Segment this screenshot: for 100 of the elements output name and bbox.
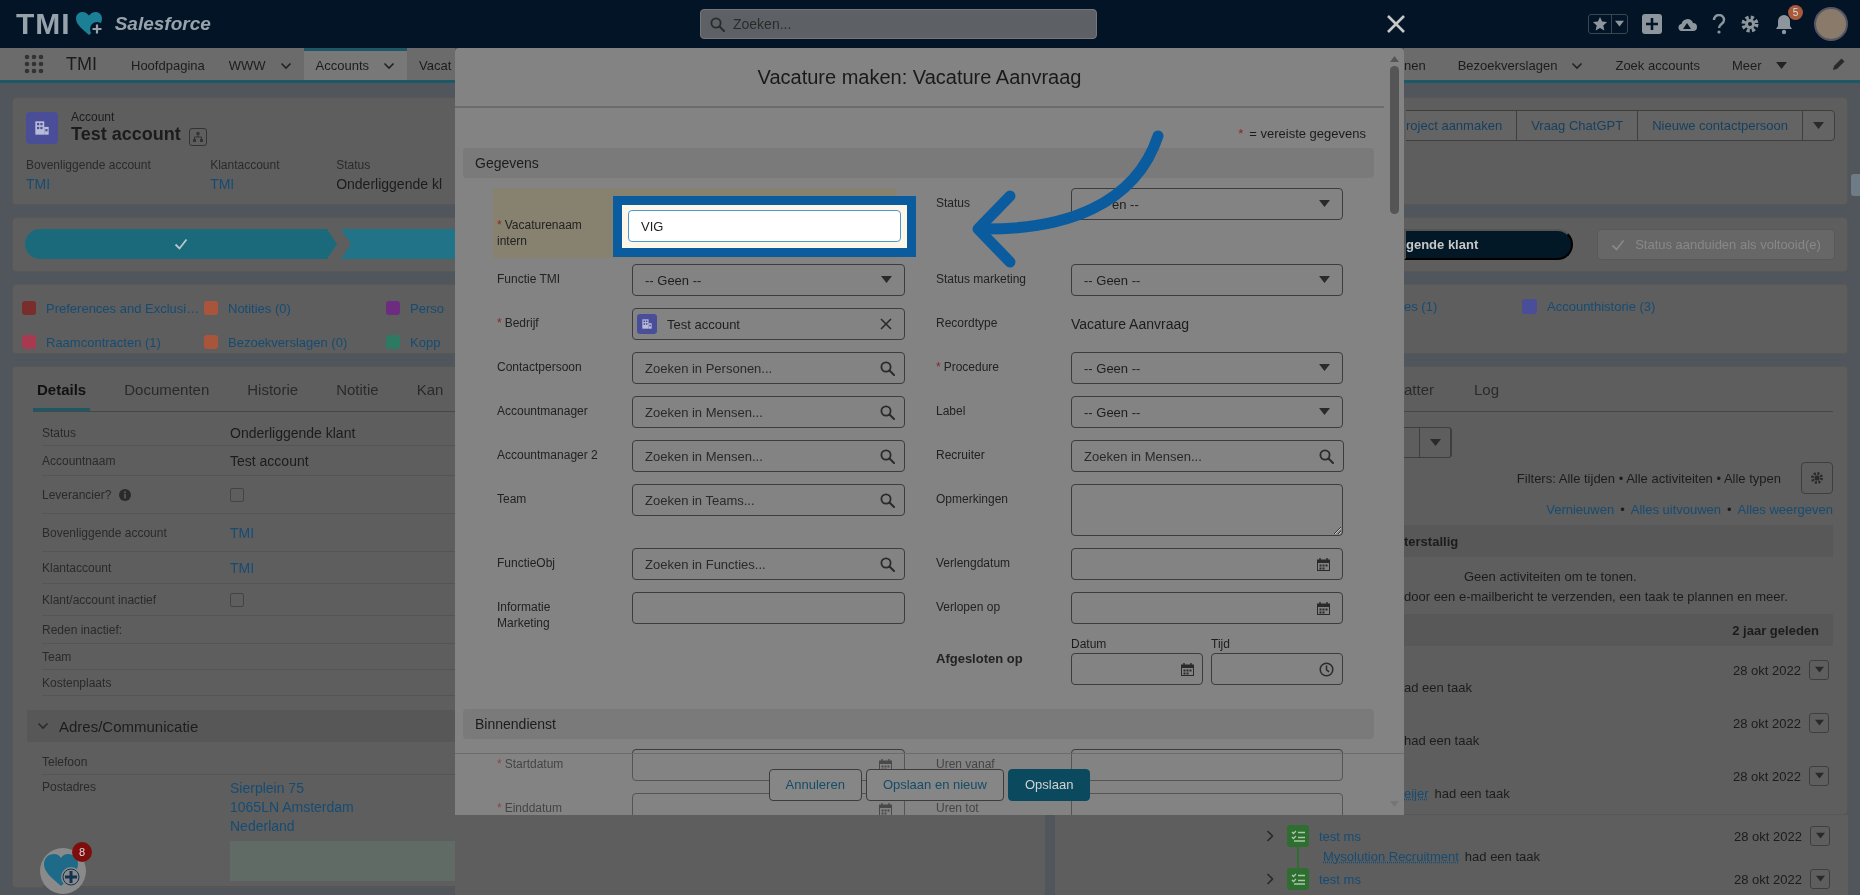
text-field[interactable]	[632, 592, 905, 624]
nav-tab[interactable]: Accounts	[303, 48, 408, 80]
section-header[interactable]: Gegevens	[463, 148, 1374, 178]
clear-icon[interactable]	[880, 318, 892, 330]
address-line[interactable]: Nederland	[230, 818, 455, 834]
nav-tab[interactable]: Vacat	[407, 48, 455, 80]
caret-icon	[1815, 875, 1825, 883]
text-field[interactable]: VIG	[628, 210, 901, 242]
row-menu-button[interactable]	[1810, 869, 1830, 889]
section-header[interactable]: Binnendienst	[463, 709, 1374, 740]
related-list-link[interactable]: Perso	[410, 300, 444, 316]
time-field[interactable]	[1211, 653, 1343, 686]
record-link[interactable]: TMI	[230, 524, 255, 541]
row-menu-button[interactable]	[1810, 826, 1830, 846]
field-label: Uren tot	[936, 800, 980, 815]
more-actions-button[interactable]	[1802, 110, 1835, 141]
lookup-field[interactable]: Zoeken in Mensen...	[632, 396, 905, 428]
check-icon	[1611, 238, 1626, 251]
lookup-field[interactable]: Zoeken in Personen...	[632, 352, 905, 384]
scrollbar-thumb[interactable]	[1389, 66, 1399, 214]
lookup-field[interactable]: Test account	[632, 308, 905, 340]
app-launcher-icon[interactable]	[24, 54, 44, 74]
action-button[interactable]: Vraag ChatGPT	[1516, 110, 1639, 141]
nav-tab[interactable]: nen	[1404, 48, 1442, 80]
app-name: TMI	[66, 53, 97, 75]
section-header[interactable]: 2 jaar geleden	[1404, 614, 1833, 646]
row-menu-button[interactable]	[1809, 713, 1829, 733]
path-stage-button[interactable]: gende klant	[1404, 229, 1573, 260]
record-link[interactable]: eijer	[1404, 786, 1429, 801]
pencil-icon[interactable]	[1832, 57, 1846, 71]
dialog-button[interactable]: Opslaan en nieuw	[865, 768, 1004, 801]
related-list-link[interactable]: Kopp	[410, 334, 441, 350]
lookup-field[interactable]: Zoeken in Mensen...	[1071, 440, 1344, 472]
field-label: Label	[936, 403, 967, 420]
field-label: Team	[497, 491, 528, 508]
action-link[interactable]: Vernieuwen	[1546, 502, 1615, 517]
section-header[interactable]: terstallig	[1404, 525, 1833, 557]
related-list-link[interactable]: es (1)	[1404, 299, 1438, 314]
nav-tab[interactable]: Bezoekverslagen	[1441, 48, 1600, 80]
address-line[interactable]: 1065LN Amsterdam	[230, 799, 455, 815]
caret-icon	[881, 276, 892, 284]
lookup-field[interactable]: Zoeken in Mensen...	[632, 440, 905, 472]
related-list-link[interactable]: Notities (0)	[228, 300, 291, 316]
record-link[interactable]: TMI	[210, 175, 337, 192]
date-field[interactable]	[1071, 653, 1203, 686]
dropdown-field[interactable]: -- Geen --	[1071, 264, 1343, 296]
caret-icon	[1429, 438, 1441, 447]
nav-tab[interactable]: Meer	[1716, 48, 1803, 80]
record-link[interactable]: TMI	[26, 175, 211, 192]
record-link[interactable]: Mysolution Recruitment	[1323, 849, 1459, 864]
settings-icon[interactable]	[1740, 14, 1760, 34]
dropdown-field[interactable]: -- Geen --	[1071, 352, 1343, 384]
dropdown-field[interactable]: -- Geen --	[1071, 396, 1343, 428]
lookup-field[interactable]: Zoeken in Teams...	[632, 484, 905, 516]
field-label: Functie TMI	[497, 271, 562, 288]
related-list-link[interactable]: Bezoekverslagen (0)	[228, 334, 348, 350]
brand-name: Salesforce	[114, 13, 211, 35]
nav-tab[interactable]: Zoek accounts	[1599, 48, 1716, 80]
text-field[interactable]	[1071, 749, 1343, 782]
row-menu-button[interactable]	[1809, 766, 1829, 786]
filter-dropdown-button[interactable]	[1404, 427, 1452, 458]
text-area[interactable]	[1071, 484, 1343, 536]
task-link[interactable]: test ms	[1319, 828, 1725, 844]
nav-tab[interactable]: Hoofdpagina	[119, 48, 217, 80]
search-field[interactable]: Zoeken...	[700, 9, 1097, 39]
action-button[interactable]: roject aanmaken	[1406, 110, 1518, 141]
related-list-link[interactable]: Preferences and Exclusi…	[46, 300, 200, 316]
dropdown-field[interactable]: en --	[1071, 188, 1343, 220]
caret-icon	[1814, 719, 1824, 727]
activity-text: had een taak	[1464, 849, 1540, 864]
add-icon[interactable]	[1642, 14, 1662, 34]
caret-icon	[1319, 276, 1330, 284]
action-button[interactable]: Nieuwe contactpersoon	[1637, 110, 1803, 141]
action-link[interactable]: Alles uitvouwen	[1630, 502, 1722, 517]
field-label: * Einddatum	[497, 800, 564, 815]
nav-tab[interactable]: WWW	[216, 48, 304, 80]
section-header[interactable]: Adres/Communicatie	[27, 710, 455, 742]
dialog-button[interactable]: Annuleren	[768, 768, 862, 801]
record-link[interactable]: TMI	[230, 559, 255, 576]
related-list-link[interactable]: Accounthistorie (3)	[1547, 299, 1656, 314]
date-field[interactable]	[1071, 548, 1343, 580]
activity-text: had een taak	[1434, 786, 1510, 801]
lookup-field[interactable]: Zoeken in Functies...	[632, 548, 905, 580]
close-icon[interactable]	[1386, 14, 1406, 34]
avatar[interactable]	[1814, 7, 1848, 41]
filter-settings-button[interactable]	[1801, 462, 1833, 494]
row-menu-button[interactable]	[1809, 660, 1829, 680]
tab[interactable]: Details	[33, 381, 91, 411]
notifications-icon[interactable]	[1774, 13, 1794, 35]
date-field[interactable]	[1071, 592, 1343, 624]
related-list-link[interactable]: Raamcontracten (1)	[46, 334, 161, 350]
action-link[interactable]: Alles weergeven	[1737, 502, 1833, 517]
field-label: Recordtype	[936, 315, 999, 332]
dropdown-field[interactable]: -- Geen --	[632, 264, 905, 296]
save-button[interactable]: Opslaan	[1007, 768, 1091, 801]
task-link[interactable]: test ms	[1319, 871, 1725, 887]
panel-toggle[interactable]	[1851, 174, 1860, 196]
help-icon[interactable]	[1712, 14, 1726, 34]
address-line[interactable]: Sierplein 75	[230, 780, 455, 796]
hierarchy-button[interactable]	[188, 127, 207, 146]
